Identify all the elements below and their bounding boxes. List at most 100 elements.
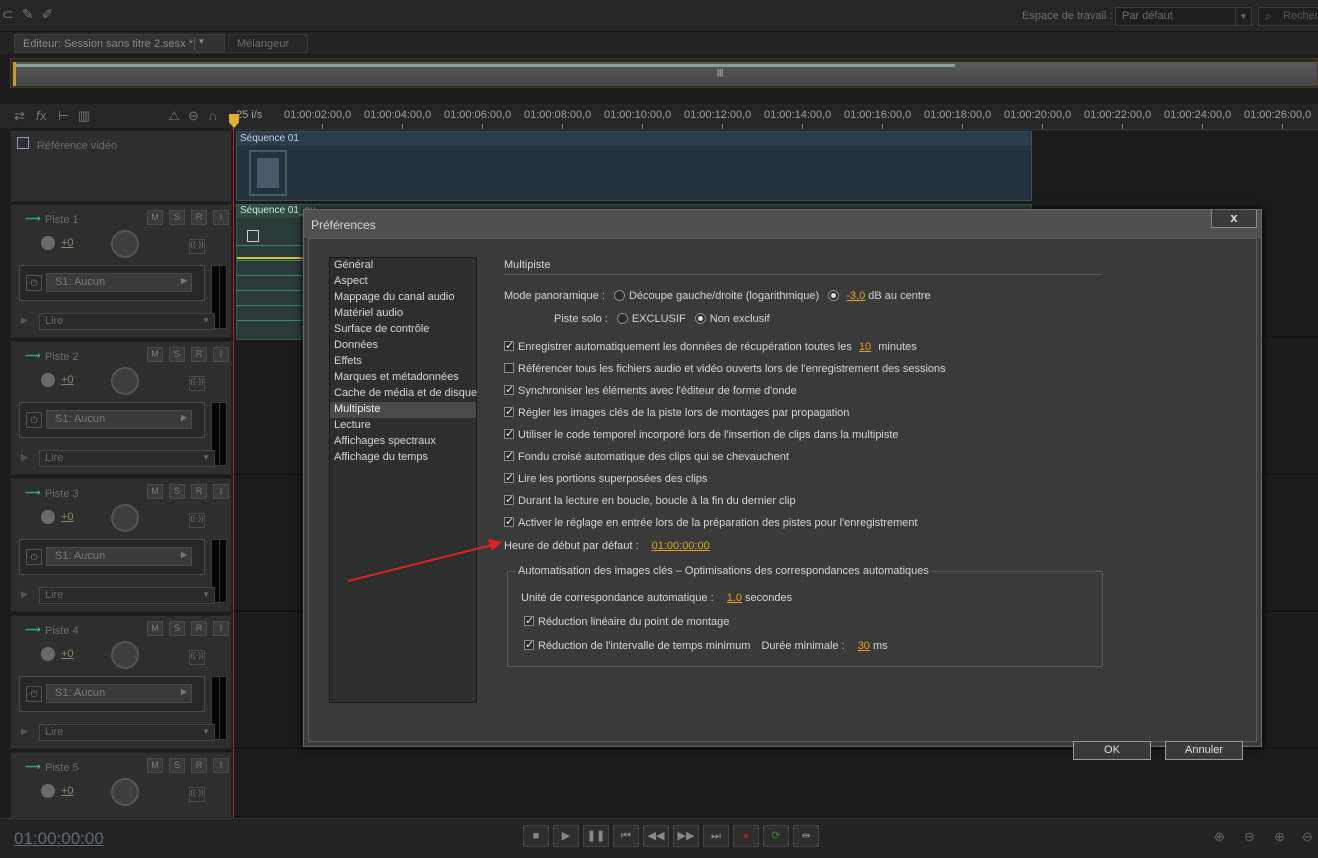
linear-reduction-checkbox[interactable] bbox=[524, 614, 534, 627]
zoom-out-amplitude-icon[interactable]: ⊖ bbox=[1244, 829, 1255, 845]
pan-knob[interactable] bbox=[111, 778, 139, 806]
category-item[interactable]: Données bbox=[330, 338, 476, 354]
dialog-titlebar[interactable]: Préférences x bbox=[304, 210, 1261, 238]
lasso-icon[interactable]: ⊂ bbox=[2, 6, 14, 26]
timecode-display[interactable]: 01:00:00:00 bbox=[14, 829, 104, 849]
session-overview[interactable]: ||| bbox=[10, 58, 1318, 88]
headphones-icon[interactable]: ∩ bbox=[208, 108, 217, 123]
option-checkbox[interactable] bbox=[504, 515, 514, 528]
track-m-button[interactable]: M bbox=[147, 484, 163, 499]
track-m-button[interactable]: M bbox=[147, 621, 163, 636]
effect-select[interactable]: S1: Aucun ▶ bbox=[46, 410, 192, 429]
pan-knob[interactable] bbox=[111, 641, 139, 669]
tab-editor[interactable]: Editeur: Session sans titre 2.sesx * ▼ bbox=[14, 34, 225, 53]
track-m-button[interactable]: M bbox=[147, 347, 163, 362]
track-s-button[interactable]: S bbox=[169, 621, 185, 636]
stop-button[interactable]: ■ bbox=[523, 825, 549, 847]
eq-icon[interactable]: ▥ bbox=[78, 108, 90, 124]
grip-icon[interactable]: ||| bbox=[717, 68, 723, 77]
track-r-button[interactable]: R bbox=[191, 347, 207, 362]
option-checkbox[interactable] bbox=[504, 493, 514, 506]
autosave-checkbox[interactable] bbox=[504, 339, 514, 352]
forward-button[interactable]: ▶▶ bbox=[673, 825, 699, 847]
record-button[interactable]: ● bbox=[733, 825, 759, 847]
track-r-button[interactable]: R bbox=[191, 210, 207, 225]
metronome-icon[interactable]: ⧍ bbox=[168, 108, 180, 124]
monitor-icon[interactable]: ((·)) bbox=[189, 376, 205, 391]
track-s-button[interactable]: S bbox=[169, 758, 185, 773]
category-item[interactable]: Lecture bbox=[330, 418, 476, 434]
expand-icon[interactable]: ▶ bbox=[21, 315, 28, 326]
volume-value[interactable]: +0 bbox=[61, 511, 74, 523]
automation-mode-select[interactable]: Lire ▼ bbox=[39, 724, 215, 741]
expand-icon[interactable]: ▶ bbox=[21, 726, 28, 737]
panel-menu-icon[interactable]: ▼ bbox=[194, 37, 208, 50]
autosave-minutes-value[interactable]: 10 bbox=[859, 341, 871, 353]
option-checkbox[interactable] bbox=[504, 405, 514, 418]
pan-knob[interactable] bbox=[111, 504, 139, 532]
loop-button[interactable]: ⟳ bbox=[763, 825, 789, 847]
close-button[interactable]: x bbox=[1211, 210, 1257, 228]
category-item[interactable]: Effets bbox=[330, 354, 476, 370]
rewind-button[interactable]: ◀◀ bbox=[643, 825, 669, 847]
automation-mode-select[interactable]: Lire ▼ bbox=[39, 313, 215, 330]
track-m-button[interactable]: M bbox=[147, 758, 163, 773]
category-item[interactable]: Matériel audio bbox=[330, 306, 476, 322]
track-name[interactable]: Piste 5 bbox=[45, 762, 79, 774]
track-r-button[interactable]: R bbox=[191, 484, 207, 499]
min-interval-checkbox[interactable] bbox=[524, 638, 534, 651]
power-icon[interactable]: ⏻ bbox=[26, 275, 42, 291]
pan-knob[interactable] bbox=[111, 230, 139, 258]
monitor-icon[interactable]: ((·)) bbox=[189, 650, 205, 665]
category-item[interactable]: Général bbox=[330, 258, 476, 274]
automation-mode-select[interactable]: Lire ▼ bbox=[39, 587, 215, 604]
zoom-in-time-icon[interactable]: ⊕ bbox=[1274, 829, 1285, 845]
power-icon[interactable]: ⏻ bbox=[26, 686, 42, 702]
input-icon[interactable]: ⊖ bbox=[188, 108, 199, 124]
track-r-button[interactable]: R bbox=[191, 621, 207, 636]
track-s-button[interactable]: S bbox=[169, 484, 185, 499]
go-start-button[interactable]: ⏮ bbox=[613, 825, 639, 847]
healing-icon[interactable]: ✐ bbox=[41, 6, 53, 26]
volume-value[interactable]: +0 bbox=[61, 785, 74, 797]
track-m-button[interactable]: M bbox=[147, 210, 163, 225]
pause-button[interactable]: ❚❚ bbox=[583, 825, 609, 847]
track-i-button[interactable]: I bbox=[213, 347, 229, 362]
volume-value[interactable]: +0 bbox=[61, 648, 74, 660]
tab-mixer[interactable]: Mélangeur bbox=[228, 34, 308, 53]
volume-knob[interactable] bbox=[41, 647, 55, 661]
option-checkbox[interactable] bbox=[504, 449, 514, 462]
fx-icon[interactable]: 𝑓x bbox=[36, 108, 47, 124]
volume-knob[interactable] bbox=[41, 373, 55, 387]
swap-icon[interactable]: ⇄ bbox=[14, 108, 25, 124]
category-list[interactable]: Général Aspect Mappage du canal audio Matér… bbox=[329, 257, 477, 703]
time-ruler[interactable]: 25 i/s 01:00:02:00,0 01:00:04:00,0 01:00:0… bbox=[232, 104, 1318, 130]
category-item[interactable]: Affichages spectraux bbox=[330, 434, 476, 450]
pan-db-value[interactable]: -3,0 bbox=[846, 290, 865, 302]
effect-select[interactable]: S1: Aucun ▶ bbox=[46, 547, 192, 566]
ok-button[interactable]: OK bbox=[1073, 741, 1151, 760]
power-icon[interactable]: ⏻ bbox=[26, 549, 42, 565]
match-unit-value[interactable]: 1,0 bbox=[727, 592, 742, 604]
fade-handle[interactable] bbox=[247, 230, 259, 242]
skip-button[interactable]: ⇹ bbox=[793, 825, 819, 847]
pan-knob[interactable] bbox=[111, 367, 139, 395]
category-item[interactable]: Cache de média et de disque bbox=[330, 386, 477, 402]
track-r-button[interactable]: R bbox=[191, 758, 207, 773]
category-item[interactable]: Aspect bbox=[330, 274, 476, 290]
monitor-icon[interactable]: ((·)) bbox=[189, 239, 205, 254]
volume-knob[interactable] bbox=[41, 236, 55, 250]
track-lane[interactable] bbox=[232, 752, 1318, 818]
monitor-icon[interactable]: ((·)) bbox=[189, 513, 205, 528]
option-checkbox[interactable] bbox=[504, 427, 514, 440]
expand-icon[interactable]: ▶ bbox=[21, 452, 28, 463]
workspace-select[interactable]: Par défaut ▼ bbox=[1115, 7, 1252, 26]
search-input[interactable]: ⌕ Recher bbox=[1258, 7, 1318, 26]
send-icon[interactable]: ⊢ bbox=[58, 108, 69, 124]
track-s-button[interactable]: S bbox=[169, 347, 185, 362]
zoom-in-amplitude-icon[interactable]: ⊕ bbox=[1214, 829, 1225, 845]
min-duration-value[interactable]: 30 bbox=[858, 640, 870, 652]
monitor-icon[interactable]: ((·)) bbox=[189, 787, 205, 802]
track-i-button[interactable]: I bbox=[213, 210, 229, 225]
effect-select[interactable]: S1: Aucun ▶ bbox=[46, 684, 192, 703]
